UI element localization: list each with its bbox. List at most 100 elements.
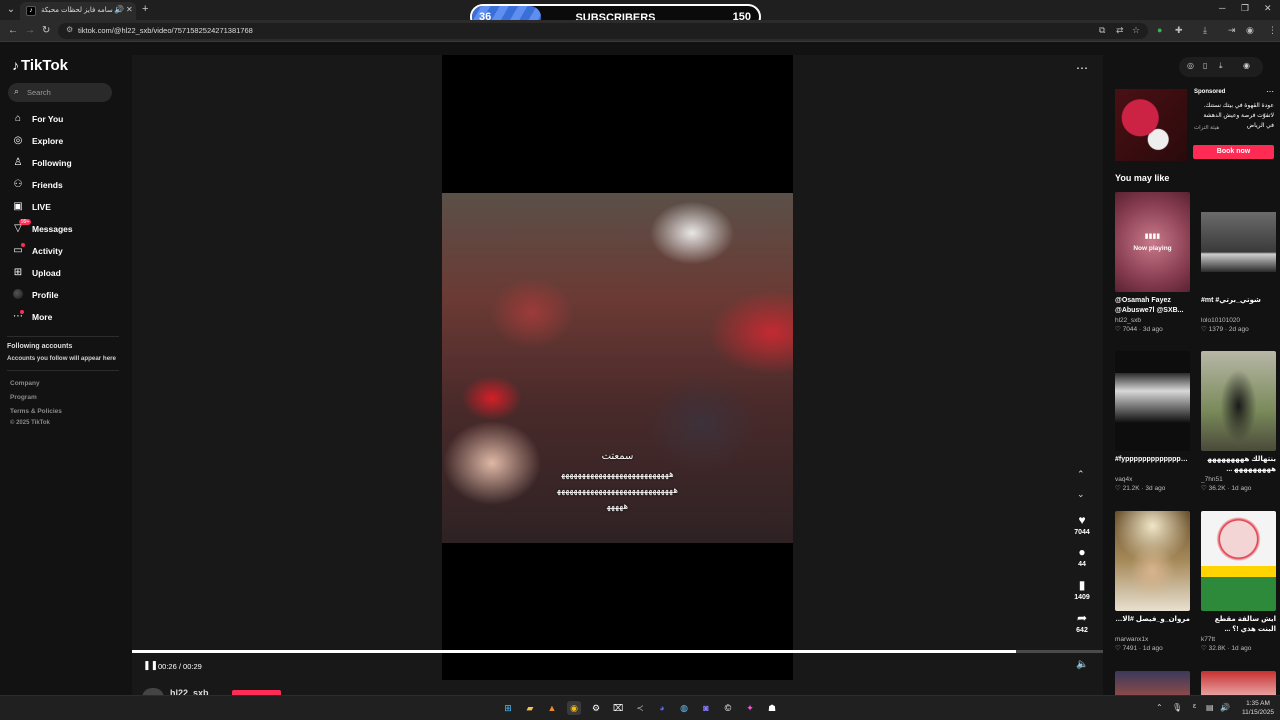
sidebar-item-explore[interactable]: ◎ Explore — [12, 134, 122, 150]
start-icon[interactable]: ⊞ — [501, 701, 515, 715]
sidebar-item-live[interactable]: ▣ LIVE — [12, 200, 122, 216]
phone-icon[interactable]: ▯ — [1203, 61, 1207, 70]
recommended-video-card[interactable]: ▮▮▮▮ Now playing @Osamah Fayez @Abuswe7l… — [1115, 192, 1190, 333]
compass-icon[interactable]: ◎ — [1187, 61, 1194, 70]
recommended-video-card[interactable]: #fypppppppppppppppppppppp... vaq4x ♡ 21.… — [1115, 351, 1190, 492]
sidebar-item-for-you[interactable]: ⌂ For You — [12, 112, 122, 128]
recommended-video-card[interactable]: بنتهالك ﻫﻬﻬﻬﻬﻬﻬﻬﻬ ﻫﻬﻬﻬﻬﻬﻬﻬﻬ ... _7hn51 ♡… — [1201, 351, 1276, 492]
steam-icon[interactable]: ◍ — [677, 701, 691, 715]
tab-search-icon[interactable]: ⌄ — [4, 4, 18, 16]
sidebar-item-upload[interactable]: ⊞ Upload — [12, 266, 122, 282]
video-caption-line: ﻫﻬﻬﻬﻬﻬﻬﻬﻬﻬﻬﻬﻬﻬﻬﻬﻬﻬﻬﻬﻬﻬﻬﻬﻬﻬﻬ — [561, 469, 675, 479]
bookmark-star-icon[interactable]: ☆ — [1132, 25, 1140, 36]
footer-terms-link[interactable]: Terms & Policies — [10, 408, 62, 415]
sidebar-item-more[interactable]: ⋯ More — [12, 310, 122, 326]
downloads-icon[interactable]: ⤓ — [1203, 25, 1207, 36]
browser-tab-active[interactable]: ♪ اسامه فايز لحظات محبكة .. 🔊 ✕ — [20, 2, 136, 20]
reload-icon[interactable]: ↻ — [42, 25, 50, 36]
ad-more-icon[interactable]: ⋯ — [1266, 87, 1274, 96]
sponsored-ad-image[interactable] — [1115, 89, 1187, 161]
address-bar[interactable]: ⚙ tiktok.com/@hl22_sxb/video/75715825242… — [58, 23, 1148, 39]
previous-video-icon[interactable]: ⌃ — [1077, 469, 1085, 480]
app-icon[interactable]: ☗ — [765, 701, 779, 715]
video-author[interactable]: _7hn51 — [1201, 476, 1276, 483]
recommended-video-card[interactable]: #mt #شوتي_برتي lolo10101020 ♡ 1379 · 2d … — [1201, 192, 1276, 333]
network-icon[interactable]: ▤ — [1206, 703, 1214, 712]
video-author[interactable]: k77tt — [1201, 636, 1276, 643]
speaker-icon[interactable]: 🔊 — [1220, 703, 1230, 712]
browser-menu-icon[interactable]: ⋮ — [1268, 25, 1277, 36]
back-icon[interactable]: ← — [8, 25, 18, 36]
clock-date[interactable]: 11/15/2025 — [1238, 709, 1278, 716]
microphone-icon[interactable]: 🎙 — [1172, 703, 1182, 712]
site-info-icon[interactable]: ⚙ — [66, 25, 73, 34]
extension-icon[interactable]: ● — [1157, 25, 1162, 35]
tab-close-icon[interactable]: ✕ — [126, 5, 133, 14]
restore-button[interactable]: ❐ — [1241, 3, 1249, 14]
book-now-button[interactable]: Book now — [1193, 145, 1274, 159]
video-thumbnail[interactable] — [1201, 671, 1276, 695]
recommended-video-card[interactable]: مروان_و_فيصل #الامارات# marwanx1x ♡ 7491… — [1115, 511, 1190, 652]
download-icon[interactable]: ⤓ — [1219, 61, 1223, 71]
capcut-icon[interactable]: ≺ — [633, 701, 647, 715]
tray-overflow-icon[interactable]: ⌃ — [1156, 703, 1163, 712]
profile-avatar-icon[interactable]: ◉ — [1243, 61, 1250, 70]
sidebar-item-profile[interactable]: Profile — [12, 288, 122, 304]
video-author[interactable]: lolo10101020 — [1201, 317, 1276, 324]
app-icon[interactable]: ⌧ — [611, 701, 625, 715]
video-thumbnail[interactable] — [1201, 351, 1276, 451]
app-icon[interactable]: © — [721, 701, 735, 715]
sidebar-item-activity[interactable]: ▭ Activity — [12, 243, 122, 260]
share-button[interactable]: ➦ 642 — [1067, 611, 1097, 634]
search-box[interactable]: ⌕ — [8, 83, 112, 102]
translate-icon[interactable]: ⇄ — [1116, 25, 1124, 36]
close-window-button[interactable]: ✕ — [1264, 3, 1272, 14]
video-author[interactable]: vaq4x — [1115, 476, 1190, 483]
app-icon[interactable]: ▲ — [545, 701, 559, 715]
sidebar-item-label: Friends — [32, 180, 63, 190]
tiktok-logo[interactable]: ♪ TikTok — [12, 57, 68, 74]
sidebar-item-following[interactable]: ♙ Following — [12, 156, 122, 172]
volume-icon[interactable]: 🔈 — [1076, 659, 1088, 670]
video-thumbnail[interactable] — [1201, 192, 1276, 292]
video-thumbnail[interactable] — [1115, 351, 1190, 451]
posted-ago: 3d ago — [1142, 326, 1163, 333]
video-thumbnail[interactable] — [1115, 671, 1190, 695]
minimize-button[interactable]: ─ — [1219, 3, 1225, 13]
profile-avatar-icon[interactable]: ◉ — [1246, 25, 1254, 36]
more-options-icon[interactable]: ⋯ — [1076, 61, 1088, 75]
discord-icon[interactable]: ◕ — [655, 701, 669, 715]
recommended-video-card[interactable]: ايش سالفة مقطع البنت هذي !؟ ... تضحكني و… — [1201, 511, 1276, 652]
video-thumbnail[interactable] — [1201, 511, 1276, 611]
video-player[interactable]: سمعتت ﻫﻬﻬﻬﻬﻬﻬﻬﻬﻬﻬﻬﻬﻬﻬﻬﻬﻬﻬﻬﻬﻬﻬﻬﻬﻬﻬ ﻫﻬﻬﻬﻬﻬ… — [132, 55, 1103, 695]
app-icon[interactable]: ⚙ — [589, 701, 603, 715]
new-tab-button[interactable]: + — [142, 3, 148, 15]
forward-icon[interactable]: → — [25, 25, 35, 36]
video-thumbnail[interactable]: ▮▮▮▮ Now playing — [1115, 192, 1190, 292]
search-input[interactable] — [27, 86, 107, 99]
video-progress-bar[interactable] — [132, 650, 1103, 653]
footer-program-link[interactable]: Program — [10, 394, 37, 401]
video-thumbnail[interactable] — [1115, 511, 1190, 611]
like-button[interactable]: ♥ 7044 — [1067, 513, 1097, 536]
input-language[interactable]: ε — [1193, 703, 1196, 710]
video-author[interactable]: hl22_sxb — [1115, 317, 1190, 324]
tab-audio-icon[interactable]: 🔊 — [114, 5, 124, 14]
sidebar-item-friends[interactable]: ⚇ Friends — [12, 178, 122, 194]
extensions-puzzle-icon[interactable]: ✚ — [1175, 25, 1183, 36]
video-frame[interactable]: سمعتت ﻫﻬﻬﻬﻬﻬﻬﻬﻬﻬﻬﻬﻬﻬﻬﻬﻬﻬﻬﻬﻬﻬﻬﻬﻬﻬﻬ ﻫﻬﻬﻬﻬﻬ… — [442, 193, 793, 543]
footer-company-link[interactable]: Company — [10, 380, 40, 387]
file-explorer-icon[interactable]: ▰ — [523, 701, 537, 715]
comment-button[interactable]: ● 44 — [1067, 545, 1097, 568]
install-app-icon[interactable]: ⧉ — [1099, 25, 1105, 36]
cast-icon[interactable]: ⇥ — [1228, 25, 1236, 36]
next-video-icon[interactable]: ⌄ — [1077, 489, 1085, 500]
app-icon[interactable]: ✦ — [743, 701, 757, 715]
video-author[interactable]: marwanx1x — [1115, 636, 1190, 643]
chrome-icon[interactable]: ◉ — [567, 701, 581, 715]
clock-time[interactable]: 1:35 AM — [1238, 700, 1278, 707]
pause-icon[interactable]: ❚❚ — [143, 660, 158, 671]
save-button[interactable]: ▮ 1409 — [1067, 578, 1097, 601]
app-icon[interactable]: ◙ — [699, 701, 713, 715]
sidebar-item-messages[interactable]: ▽ 99+ Messages — [12, 219, 122, 238]
